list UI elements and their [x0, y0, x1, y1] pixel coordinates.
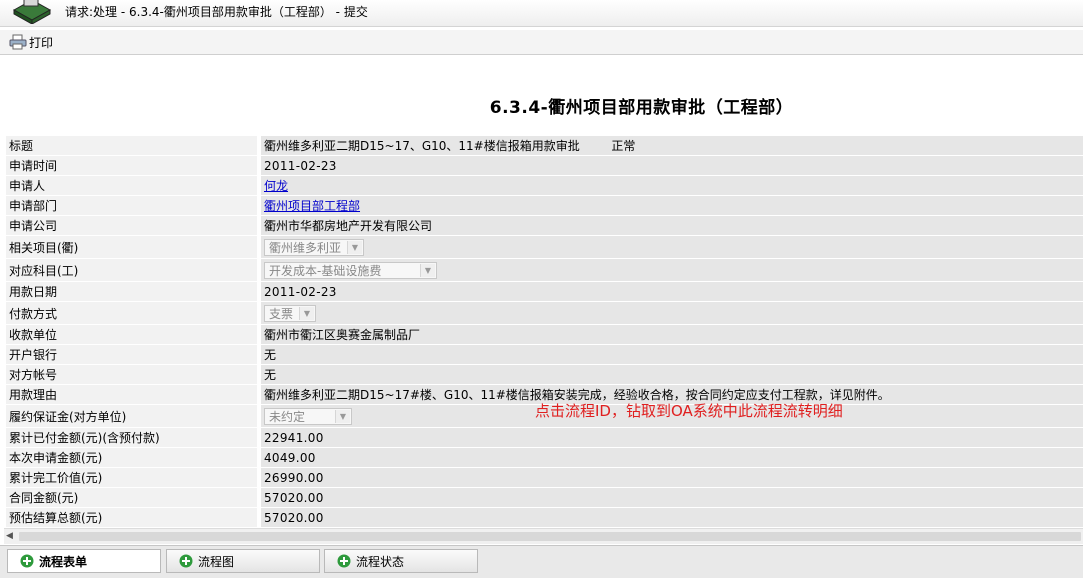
account-select-value: 开发成本-基础设施费 — [269, 263, 382, 278]
label-payee: 收款单位 — [6, 325, 257, 345]
form-row-current-amount: 本次申请金额(元) 4049.00 — [6, 448, 1083, 468]
label-reason: 用款理由 — [6, 385, 257, 405]
tab-process-diagram[interactable]: 流程图 — [166, 549, 320, 573]
tab-process-form-label: 流程表单 — [39, 554, 88, 569]
approval-form-table: 标题 衢州维多利亚二期D15~17、G10、11#楼信报箱用款审批 正常 申请时… — [6, 136, 1083, 528]
value-use-date: 2011-02-23 — [257, 282, 1083, 302]
value-current-amount: 4049.00 — [257, 448, 1083, 468]
value-estimated-total: 57020.00 — [257, 508, 1083, 528]
label-current-amount: 本次申请金额(元) — [6, 448, 257, 468]
print-button[interactable]: 打印 — [9, 33, 53, 51]
form-content: 6.3.4-衢州项目部用款审批（工程部） 标题 衢州维多利亚二期D15~17、G… — [0, 55, 1083, 528]
label-company: 申请公司 — [6, 216, 257, 236]
label-subject: 标题 — [6, 136, 257, 156]
label-account: 对应科目(工) — [6, 259, 257, 282]
tab-process-status[interactable]: 流程状态 — [324, 549, 478, 573]
payment-method-select[interactable]: 支票 ▼ — [264, 304, 316, 322]
form-row-contract-amount: 合同金额(元) 57020.00 — [6, 488, 1083, 508]
form-row-account: 对应科目(工) 开发成本-基础设施费 ▼ — [6, 259, 1083, 282]
label-estimated-total: 预估结算总额(元) — [6, 508, 257, 528]
label-apply-date: 申请时间 — [6, 156, 257, 176]
chevron-down-icon: ▼ — [347, 240, 362, 254]
toolbar: 打印 — [0, 30, 1083, 55]
form-row-account-no: 对方帐号 无 — [6, 365, 1083, 385]
tab-process-status-label: 流程状态 — [356, 554, 405, 569]
form-row-estimated-total: 预估结算总额(元) 57020.00 — [6, 508, 1083, 528]
deposit-select-value: 未约定 — [269, 409, 306, 424]
form-row-department: 申请部门 衢州项目部工程部 — [6, 196, 1083, 216]
window-title: 请求:处理 - 6.3.4-衢州项目部用款审批（工程部） - 提交 — [65, 5, 368, 19]
department-link[interactable]: 衢州项目部工程部 — [264, 199, 360, 213]
form-row-payment-method: 付款方式 支票 ▼ — [6, 302, 1083, 325]
tab-process-diagram-label: 流程图 — [198, 554, 235, 569]
value-apply-date: 2011-02-23 — [257, 156, 1083, 176]
form-row-company: 申请公司 衢州市华都房地产开发有限公司 — [6, 216, 1083, 236]
label-applicant: 申请人 — [6, 176, 257, 196]
bottom-tab-bar: 流程表单 流程图 流程状态 — [0, 545, 1083, 578]
tab-process-form[interactable]: 流程表单 — [7, 549, 161, 573]
add-circle-icon — [179, 554, 193, 568]
form-row-bank: 开户银行 无 — [6, 345, 1083, 365]
form-row-project: 相关项目(衢) 衢州维多利亚 ▼ — [6, 236, 1083, 259]
form-title: 6.3.4-衢州项目部用款审批（工程部） — [0, 93, 1083, 118]
add-circle-icon — [20, 554, 34, 568]
form-row-subject: 标题 衢州维多利亚二期D15~17、G10、11#楼信报箱用款审批 正常 — [6, 136, 1083, 156]
value-paid-total: 22941.00 — [257, 428, 1083, 448]
project-select[interactable]: 衢州维多利亚 ▼ — [264, 238, 364, 256]
value-account-no: 无 — [257, 365, 1083, 385]
chevron-down-icon: ▼ — [335, 409, 350, 423]
annotation-note: 点击流程ID，钻取到OA系统中此流程流转明细 — [535, 402, 843, 420]
scroll-left-arrow-icon[interactable]: ◀ — [6, 531, 13, 541]
horizontal-scrollbar[interactable]: ◀ — [4, 528, 1083, 544]
label-account-no: 对方帐号 — [6, 365, 257, 385]
app-logo-icon — [12, 0, 52, 24]
form-row-apply-date: 申请时间 2011-02-23 — [6, 156, 1083, 176]
label-bank: 开户银行 — [6, 345, 257, 365]
scrollbar-thumb[interactable] — [19, 532, 1081, 541]
account-select[interactable]: 开发成本-基础设施费 ▼ — [264, 261, 437, 279]
project-select-value: 衢州维多利亚 — [269, 240, 342, 255]
value-priority: 正常 — [611, 139, 636, 153]
label-payment-method: 付款方式 — [6, 302, 257, 325]
chevron-down-icon: ▼ — [299, 306, 314, 320]
label-completed-value: 累计完工价值(元) — [6, 468, 257, 488]
print-label: 打印 — [29, 35, 54, 50]
chevron-down-icon: ▼ — [420, 263, 435, 277]
label-paid-total: 累计已付金额(元)(含预付款) — [6, 428, 257, 448]
form-row-paid-total: 累计已付金额(元)(含预付款) 22941.00 — [6, 428, 1083, 448]
form-row-completed-value: 累计完工价值(元) 26990.00 — [6, 468, 1083, 488]
form-title-text: 6.3.4-衢州项目部用款审批（工程部） — [489, 98, 794, 118]
value-subject: 衢州维多利亚二期D15~17、G10、11#楼信报箱用款审批 — [264, 139, 580, 153]
form-row-applicant: 申请人 何龙 — [6, 176, 1083, 196]
label-project: 相关项目(衢) — [6, 236, 257, 259]
value-company: 衢州市华都房地产开发有限公司 — [257, 216, 1083, 236]
label-department: 申请部门 — [6, 196, 257, 216]
printer-icon — [9, 34, 27, 50]
window-title-bar: 请求:处理 - 6.3.4-衢州项目部用款审批（工程部） - 提交 — [0, 0, 1083, 27]
deposit-select[interactable]: 未约定 ▼ — [264, 407, 352, 425]
applicant-link[interactable]: 何龙 — [264, 179, 288, 193]
label-use-date: 用款日期 — [6, 282, 257, 302]
label-deposit: 履约保证金(对方单位) — [6, 405, 257, 428]
value-completed-value: 26990.00 — [257, 468, 1083, 488]
value-bank: 无 — [257, 345, 1083, 365]
value-payee: 衢州市衢江区奥赛金属制品厂 — [257, 325, 1083, 345]
add-circle-icon — [337, 554, 351, 568]
form-row-payee: 收款单位 衢州市衢江区奥赛金属制品厂 — [6, 325, 1083, 345]
form-row-use-date: 用款日期 2011-02-23 — [6, 282, 1083, 302]
payment-method-select-value: 支票 — [269, 306, 294, 321]
label-contract-amount: 合同金额(元) — [6, 488, 257, 508]
value-contract-amount: 57020.00 — [257, 488, 1083, 508]
